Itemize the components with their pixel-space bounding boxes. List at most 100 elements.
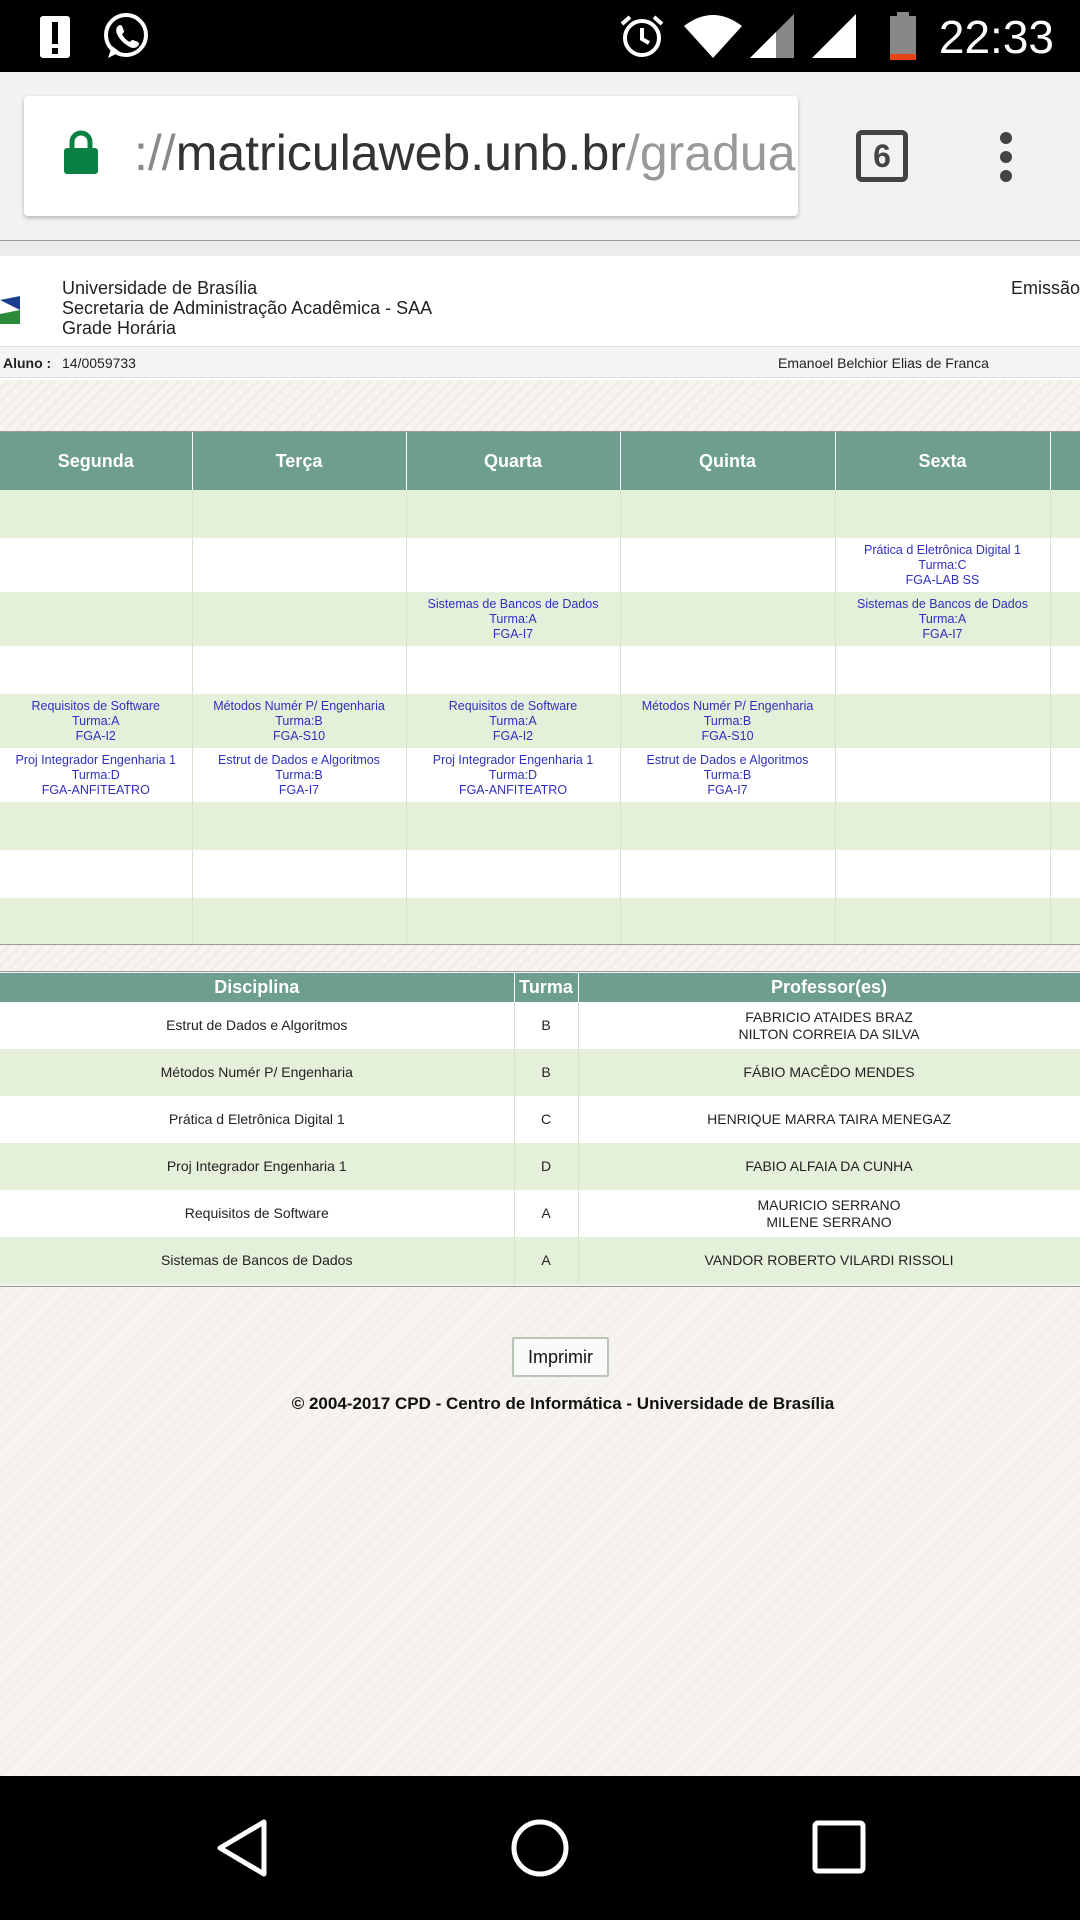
student-name: Emanoel Belchior Elias de Franca [778, 355, 989, 371]
schedule-cell [192, 538, 407, 592]
class-turma[interactable]: Turma:B [193, 714, 406, 729]
schedule-row: Sistemas de Bancos de Dados Turma:A FGA-I7… [0, 592, 1080, 646]
class-turma[interactable]: Turma:B [621, 714, 835, 729]
col-header-turma: Turma [514, 973, 579, 1002]
class-room[interactable]: FGA-S10 [193, 729, 406, 744]
class-turma[interactable]: Turma:C [836, 558, 1050, 573]
schedule-cell [192, 646, 407, 694]
professor-name: FÁBIO MACÊDO MENDES [743, 1064, 915, 1080]
schedule-cell[interactable]: Métodos Numér P/ Engenharia Turma:B FGA-S1… [192, 694, 407, 748]
class-room[interactable]: FGA-I2 [0, 729, 192, 744]
class-name-link[interactable]: Métodos Numér P/ Engenharia [621, 699, 835, 714]
professor-name: HENRIQUE MARRA TAIRA MENEGAZ [707, 1111, 951, 1127]
schedule-cell [0, 592, 193, 646]
class-turma[interactable]: Turma:A [407, 714, 620, 729]
schedule-row [0, 490, 1080, 538]
discipline-turma: B [514, 1049, 579, 1096]
schedule-row [0, 646, 1080, 694]
discipline-turma: C [514, 1096, 579, 1143]
schedule-cell[interactable]: Estrut de Dados e Algoritmos Turma:B FGA-I… [192, 748, 407, 802]
schedule-cell [835, 646, 1051, 694]
discipline-row: Sistemas de Bancos de Dados A VANDOR ROBER… [0, 1237, 1080, 1284]
schedule-cell [192, 802, 407, 850]
schedule-cell[interactable]: Proj Integrador Engenharia 1 Turma:D FGA-A… [406, 748, 621, 802]
col-header-disciplina: Disciplina [0, 973, 515, 1002]
class-room[interactable]: FGA-S10 [621, 729, 835, 744]
schedule-cell [406, 802, 621, 850]
schedule-cell [192, 592, 407, 646]
tab-switcher-button[interactable]: 6 [856, 130, 908, 182]
discipline-professors: MAURICIO SERRANO MILENE SERRANO [578, 1190, 1080, 1237]
class-name-link[interactable]: Sistemas de Bancos de Dados [836, 597, 1050, 612]
back-icon[interactable] [214, 1818, 270, 1878]
class-room[interactable]: FGA-I2 [407, 729, 620, 744]
class-name-link[interactable]: Requisitos de Software [407, 699, 620, 714]
student-row: Aluno : 14/0059733 Emanoel Belchior Elia… [0, 346, 1080, 378]
discipline-name: Proj Integrador Engenharia 1 [0, 1143, 515, 1190]
overflow-menu-icon[interactable] [1000, 132, 1014, 182]
class-name-link[interactable]: Prática d Eletrônica Digital 1 [836, 543, 1050, 558]
schedule-cell [620, 646, 836, 694]
class-turma[interactable]: Turma:A [0, 714, 192, 729]
class-turma[interactable]: Turma:B [193, 768, 406, 783]
schedule-cell[interactable]: Proj Integrador Engenharia 1 Turma:D FGA-A… [0, 748, 193, 802]
schedule-cell[interactable]: Requisitos de Software Turma:A FGA-I2 [0, 694, 193, 748]
class-turma[interactable]: Turma:B [621, 768, 835, 783]
class-name-link[interactable]: Sistemas de Bancos de Dados [407, 597, 620, 612]
discipline-name: Sistemas de Bancos de Dados [0, 1237, 515, 1284]
home-icon[interactable] [510, 1818, 570, 1878]
discipline-turma: D [514, 1143, 579, 1190]
class-name-link[interactable]: Métodos Numér P/ Engenharia [193, 699, 406, 714]
disciplines-table: Disciplina Turma Professor(es) Estrut de… [0, 973, 1080, 1284]
schedule-cell[interactable]: Métodos Numér P/ Engenharia Turma:B FGA-S1… [620, 694, 836, 748]
class-turma[interactable]: Turma:D [0, 768, 192, 783]
print-button[interactable]: Imprimir [512, 1337, 609, 1377]
schedule-cell [620, 538, 836, 592]
class-turma[interactable]: Turma:D [407, 768, 620, 783]
professor-name: MAURICIO SERRANO [757, 1196, 901, 1213]
schedule-cell [406, 850, 621, 898]
class-turma[interactable]: Turma:A [407, 612, 620, 627]
class-room[interactable]: FGA-ANFITEATRO [0, 783, 192, 798]
url-scheme: :// [134, 125, 176, 181]
schedule-cell [192, 898, 407, 946]
discipline-row: Proj Integrador Engenharia 1 D FABIO ALFAI… [0, 1143, 1080, 1190]
schedule-cell [620, 898, 836, 946]
schedule-cell[interactable]: Estrut de Dados e Algoritmos Turma:B FGA-I… [620, 748, 836, 802]
class-room[interactable]: FGA-I7 [836, 627, 1050, 642]
schedule-cell [835, 850, 1051, 898]
schedule-cell[interactable]: Sistemas de Bancos de Dados Turma:A FGA-I7 [406, 592, 621, 646]
class-room[interactable]: FGA-LAB SS [836, 573, 1050, 588]
recents-icon[interactable] [812, 1820, 866, 1874]
schedule-cell [0, 646, 193, 694]
schedule-cell[interactable]: Sistemas de Bancos de Dados Turma:A FGA-I7 [835, 592, 1051, 646]
schedule-cell [620, 802, 836, 850]
schedule-cell [406, 538, 621, 592]
professor-name: FABRICIO ATAIDES BRAZ [745, 1008, 913, 1025]
alarm-icon [620, 15, 664, 57]
schedule-row [0, 898, 1080, 946]
url-bar[interactable]: ://matriculaweb.unb.br/gradua [24, 96, 798, 216]
class-room[interactable]: FGA-I7 [407, 627, 620, 642]
schedule-cell [0, 538, 193, 592]
page-header: Universidade de Brasília Secretaria de A… [0, 256, 1080, 1413]
schedule-row [0, 802, 1080, 850]
schedule-cell [406, 490, 621, 538]
class-name-link[interactable]: Estrut de Dados e Algoritmos [193, 753, 406, 768]
class-name-link[interactable]: Proj Integrador Engenharia 1 [0, 753, 192, 768]
class-room[interactable]: FGA-I7 [621, 783, 835, 798]
url-text[interactable]: ://matriculaweb.unb.br/gradua [134, 124, 796, 182]
class-room[interactable]: FGA-I7 [193, 783, 406, 798]
discipline-row: Estrut de Dados e Algoritmos B FABRICIO AT… [0, 1002, 1080, 1049]
schedule-cell[interactable]: Prática d Eletrônica Digital 1 Turma:C FGA… [835, 538, 1051, 592]
class-room[interactable]: FGA-ANFITEATRO [407, 783, 620, 798]
class-name-link[interactable]: Estrut de Dados e Algoritmos [621, 753, 835, 768]
unb-logo [0, 296, 20, 324]
class-name-link[interactable]: Requisitos de Software [0, 699, 192, 714]
schedule-cell[interactable]: Requisitos de Software Turma:A FGA-I2 [406, 694, 621, 748]
schedule-cell [406, 646, 621, 694]
class-name-link[interactable]: Proj Integrador Engenharia 1 [407, 753, 620, 768]
discipline-turma: B [514, 1002, 579, 1049]
class-turma[interactable]: Turma:A [836, 612, 1050, 627]
discipline-professors: FABRICIO ATAIDES BRAZ NILTON CORREIA DA S… [578, 1002, 1080, 1049]
